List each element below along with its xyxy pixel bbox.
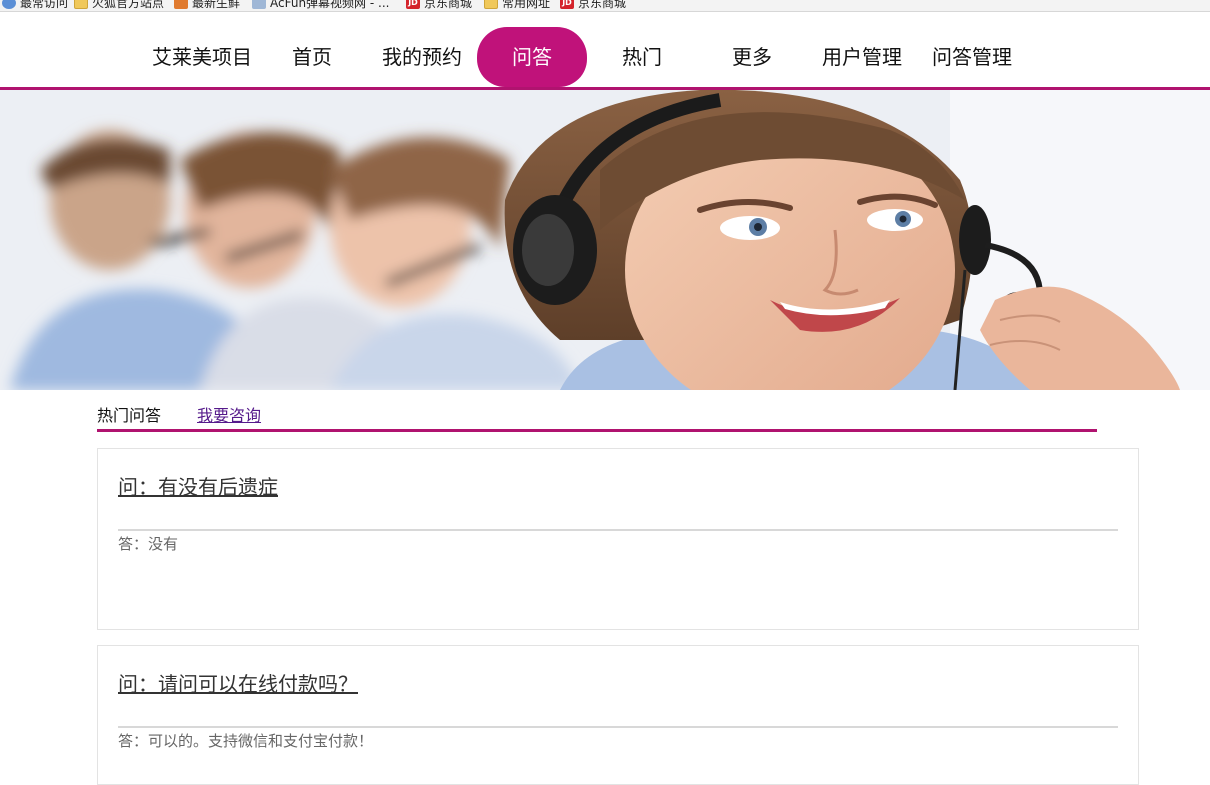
banner-image <box>0 90 1210 390</box>
qa-tabs: 热门问答 我要咨询 <box>97 398 1097 432</box>
question-link[interactable]: 问：有没有后遗症 <box>118 471 278 500</box>
nav-item-my-appointments[interactable]: 我的预约 <box>380 27 464 87</box>
qa-card: 问：有没有后遗症 答：没有 <box>97 448 1139 630</box>
nav-item-user-management[interactable]: 用户管理 <box>820 27 904 87</box>
firefox-icon <box>174 0 188 9</box>
nav-item-qa[interactable]: 问答 <box>477 27 587 87</box>
nav-item-home[interactable]: 首页 <box>288 27 336 87</box>
folder-icon <box>484 0 498 9</box>
qa-card: 问：请问可以在线付款吗？ 答：可以的。支持微信和支付宝付款！ <box>97 645 1139 785</box>
answer-text: 答：可以的。支持微信和支付宝付款！ <box>118 732 374 750</box>
nav-item-qa-management[interactable]: 问答管理 <box>930 27 1014 87</box>
question-link[interactable]: 问：请问可以在线付款吗？ <box>118 668 358 697</box>
jd-icon: JD <box>406 0 420 9</box>
divider <box>118 726 1118 728</box>
main-nav: 艾莱美项目 首页 我的预约 问答 热门 更多 用户管理 问答管理 <box>0 27 1210 89</box>
answer-text: 答：没有 <box>118 535 179 553</box>
divider <box>118 529 1118 531</box>
globe-icon <box>2 0 16 9</box>
nav-item-more[interactable]: 更多 <box>728 27 776 87</box>
jd-icon: JD <box>560 0 574 9</box>
image-icon <box>252 0 266 9</box>
bookmark-item[interactable]: JD 京东商城 <box>560 0 626 11</box>
call-center-illustration <box>0 90 1210 390</box>
bookmarks-bar: 最常访问 火狐官方站点 最新生鲜 AcFun弹幕视频网 - ... JD 京东商… <box>0 0 1210 12</box>
folder-icon <box>74 0 88 9</box>
bookmark-item[interactable]: 火狐官方站点 <box>74 0 164 11</box>
bookmark-item[interactable]: AcFun弹幕视频网 - ... <box>252 0 389 11</box>
bookmark-item[interactable]: 最常访问 <box>2 0 68 11</box>
bookmark-item[interactable]: JD 京东商城 <box>406 0 472 11</box>
bookmark-item[interactable]: 最新生鲜 <box>174 0 240 11</box>
tab-hot-questions[interactable]: 热门问答 <box>97 402 161 426</box>
bookmark-item[interactable]: 常用网址 <box>484 0 550 11</box>
nav-brand[interactable]: 艾莱美项目 <box>150 27 254 87</box>
tab-ask-question-link[interactable]: 我要咨询 <box>197 402 261 426</box>
nav-item-hot[interactable]: 热门 <box>618 27 666 87</box>
